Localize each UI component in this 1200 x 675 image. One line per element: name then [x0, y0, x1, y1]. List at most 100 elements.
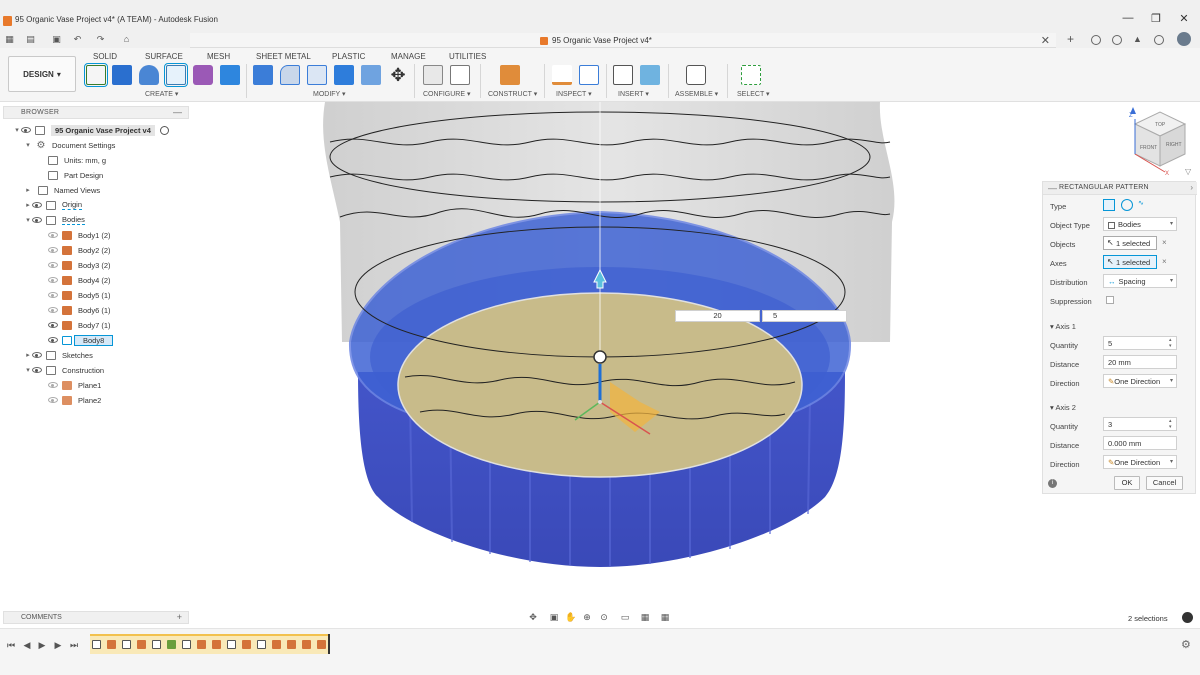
close-tab-icon[interactable]: ✕	[1041, 34, 1050, 47]
step-forward-icon[interactable]: ▶	[53, 640, 63, 650]
chevron-right-icon[interactable]: ▸	[24, 201, 32, 209]
tree-item-document-settings[interactable]: ▾ ⚙ Document Settings	[24, 138, 115, 152]
viewports-icon[interactable]: ▦	[660, 612, 670, 622]
timeline-body-feature[interactable]	[317, 640, 326, 649]
maximize-button[interactable]: ❐	[1149, 12, 1163, 25]
grid-settings-icon[interactable]: ▦	[640, 612, 650, 622]
visibility-eye-icon[interactable]	[32, 367, 42, 373]
axes-selection[interactable]: ↖ 1 selected	[1103, 255, 1157, 269]
tab-plastic[interactable]: PLASTIC	[332, 52, 365, 61]
save-icon[interactable]: ▣	[52, 35, 61, 44]
tree-item-named-views[interactable]: ▸ Named Views	[24, 183, 100, 197]
chevron-down-icon[interactable]: ▾	[24, 216, 32, 224]
axis1-quantity-input[interactable]: 5	[1103, 336, 1177, 350]
timeline-body-feature[interactable]	[197, 640, 206, 649]
viewcube-menu-chevron-icon[interactable]: ▽	[1185, 167, 1191, 176]
box-icon[interactable]	[220, 65, 240, 85]
user-avatar[interactable]	[1177, 32, 1191, 46]
insert-derive-icon[interactable]	[613, 65, 633, 85]
visibility-eye-icon[interactable]	[48, 322, 58, 328]
insert-group-menu[interactable]: INSERT ▾	[618, 90, 649, 98]
tree-item-plane1[interactable]: Plane1	[48, 378, 101, 392]
visibility-eye-icon[interactable]	[48, 382, 58, 388]
combine-icon[interactable]	[361, 65, 381, 85]
info-icon[interactable]: i	[1048, 479, 1057, 488]
timeline-body-feature[interactable]	[137, 640, 146, 649]
timeline-sketch-feature[interactable]	[152, 640, 161, 649]
visibility-eye-icon[interactable]	[48, 307, 58, 313]
assemble-group-menu[interactable]: ASSEMBLE ▾	[675, 90, 718, 98]
measure-icon[interactable]	[552, 65, 572, 85]
tree-item-origin[interactable]: ▸ Origin	[24, 198, 83, 212]
distance-input-field[interactable]: 20	[675, 310, 760, 322]
rectangular-type-icon[interactable]	[1103, 199, 1115, 211]
object-type-select[interactable]: Bodies ▾	[1103, 217, 1177, 231]
axis2-distance-input[interactable]: 0.000 mm	[1103, 436, 1177, 450]
timeline-marker[interactable]	[328, 634, 330, 654]
close-window-button[interactable]: ✕	[1177, 12, 1191, 25]
tab-mesh[interactable]: MESH	[207, 52, 230, 61]
timeline-sketch-feature[interactable]	[122, 640, 131, 649]
visibility-eye-icon[interactable]	[48, 397, 58, 403]
timeline-sketch-feature[interactable]	[182, 640, 191, 649]
chevron-right-icon[interactable]: ▸	[24, 186, 32, 194]
workspace-switcher-button[interactable]: DESIGN ▾	[8, 56, 76, 92]
tab-utilities[interactable]: UTILITIES	[449, 52, 486, 61]
timeline-sketch-feature[interactable]	[92, 640, 101, 649]
visibility-eye-icon[interactable]	[48, 292, 58, 298]
tree-item-body8[interactable]: Body8	[48, 333, 114, 347]
tree-item-units[interactable]: Units: mm, g	[40, 153, 106, 167]
cancel-button[interactable]: Cancel	[1146, 476, 1183, 490]
axis1-distance-input[interactable]: 20 mm	[1103, 355, 1177, 369]
timeline-sketch-feature[interactable]	[227, 640, 236, 649]
tree-item-part-design[interactable]: Part Design	[40, 168, 103, 182]
go-to-start-icon[interactable]: ⏮	[6, 640, 16, 650]
select-group-menu[interactable]: SELECT ▾	[737, 90, 770, 98]
comments-panel-header[interactable]: COMMENTS +	[3, 611, 189, 624]
tree-item-body4[interactable]: Body4 (2)	[48, 273, 111, 287]
timeline-body-feature[interactable]	[272, 640, 281, 649]
notifications-bell-icon[interactable]: ▲	[1133, 35, 1142, 44]
pan-hand-icon[interactable]: ✋	[565, 612, 576, 622]
help-icon[interactable]	[1154, 35, 1164, 45]
home-icon[interactable]: ⌂	[122, 35, 131, 44]
chevron-down-icon[interactable]: ▾	[24, 366, 32, 374]
path-type-icon[interactable]: ∿	[1138, 199, 1150, 211]
visibility-eye-icon[interactable]	[32, 217, 42, 223]
axis1-direction-select[interactable]: ✎One Direction ▾	[1103, 374, 1177, 388]
new-component-icon[interactable]	[686, 65, 706, 85]
axis2-direction-select[interactable]: ✎One Direction ▾	[1103, 455, 1177, 469]
tab-manage[interactable]: MANAGE	[391, 52, 426, 61]
tree-item-bodies[interactable]: ▾ Bodies	[24, 213, 85, 227]
distribution-select[interactable]: ↔ Spacing ▾	[1103, 274, 1177, 288]
minimize-button[interactable]: —	[1121, 12, 1135, 24]
press-pull-icon[interactable]	[253, 65, 273, 85]
display-settings-icon[interactable]: ▭	[620, 612, 630, 622]
new-tab-plus-icon[interactable]: +	[1066, 33, 1075, 45]
select-window-icon[interactable]	[741, 65, 761, 85]
pattern-handle-icon[interactable]	[593, 350, 607, 364]
inspect-group-menu[interactable]: INSPECT ▾	[556, 90, 592, 98]
quantity-input-field[interactable]: 5	[762, 310, 847, 322]
home-view-icon[interactable]	[1130, 107, 1136, 114]
revolve-icon[interactable]	[139, 65, 159, 85]
tree-item-sketches[interactable]: ▸ Sketches	[24, 348, 93, 362]
collapse-browser-icon[interactable]: —	[173, 107, 182, 117]
tree-item-body1[interactable]: Body1 (2)	[48, 228, 111, 242]
orbit-icon[interactable]: ✥	[528, 612, 538, 622]
create-group-menu[interactable]: CREATE ▾	[145, 90, 178, 98]
activate-radio-icon[interactable]	[159, 125, 169, 135]
clear-objects-icon[interactable]: ×	[1162, 238, 1167, 247]
look-at-icon[interactable]: ▣	[549, 612, 559, 622]
data-panel-grid-icon[interactable]: ▦	[5, 35, 14, 44]
visibility-eye-icon[interactable]	[32, 352, 42, 358]
visibility-eye-icon[interactable]	[48, 247, 58, 253]
file-menu-icon[interactable]: ▤	[26, 35, 35, 44]
tree-root-document[interactable]: ▾ 95 Organic Vase Project v4	[13, 123, 169, 137]
construct-group-menu[interactable]: CONSTRUCT ▾	[488, 90, 537, 98]
chevron-right-icon[interactable]: ▸	[24, 351, 32, 359]
job-status-icon[interactable]	[1112, 35, 1122, 45]
tab-surface[interactable]: SURFACE	[145, 52, 183, 61]
step-back-icon[interactable]: ◀	[22, 640, 32, 650]
view-cube[interactable]: TOP FRONT RIGHT X Z	[1125, 104, 1195, 177]
